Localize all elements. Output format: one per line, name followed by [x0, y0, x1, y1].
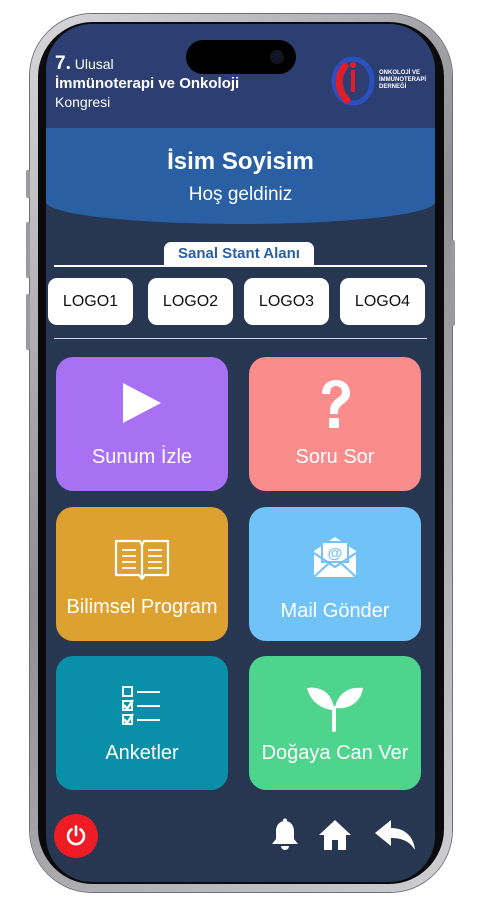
stand-divider-top — [54, 265, 427, 267]
ask-question-label: Soru Sor — [295, 446, 375, 468]
give-life-to-nature-button[interactable]: Doğaya Can Ver — [249, 656, 421, 790]
checklist-icon — [122, 686, 160, 726]
play-icon — [123, 383, 161, 423]
association-name-line1: ONKOLOJİ VE — [379, 70, 421, 76]
welcome-banner: İsim Soyisim Hoş geldiniz — [46, 128, 435, 224]
scientific-program-button[interactable]: Bilimsel Program — [56, 507, 228, 641]
sponsor-logo-2[interactable]: LOGO2 — [148, 278, 233, 325]
stand-divider-bottom — [54, 338, 427, 339]
notifications-button[interactable] — [265, 816, 305, 854]
sponsor-logo-3[interactable]: LOGO3 — [244, 278, 329, 325]
congress-number: 7. — [55, 53, 71, 74]
side-button — [451, 240, 455, 326]
app-screen: 7. Ulusal İmmünoterapi ve Onkoloji Kongr… — [46, 24, 435, 882]
svg-text:@: @ — [328, 545, 343, 562]
camera-icon — [270, 50, 284, 64]
virtual-stand-title: Sanal Stant Alanı — [164, 242, 314, 266]
question-icon — [322, 380, 350, 428]
power-icon — [66, 825, 86, 846]
back-icon — [375, 820, 415, 850]
send-mail-button[interactable]: @ Mail Gönder — [249, 507, 421, 641]
book-icon — [114, 539, 170, 581]
volume-down-button — [26, 294, 30, 350]
back-button[interactable] — [372, 816, 418, 854]
watch-presentation-label: Sunum İzle — [91, 446, 193, 468]
congress-line3: Kongresi — [55, 94, 111, 110]
congress-line1: Ulusal — [74, 56, 114, 72]
volume-up-button — [26, 222, 30, 278]
association-name-line2: İMMÜNOTERAPİ — [379, 77, 426, 83]
association-emblem-icon — [331, 56, 375, 106]
association-logo: ONKOLOJİ VE İMMÜNOTERAPİ DERNEĞİ — [331, 56, 431, 106]
association-name-line3: DERNEĞİ — [379, 84, 407, 90]
association-name: ONKOLOJİ VE İMMÜNOTERAPİ DERNEĞİ — [379, 70, 426, 91]
mail-icon: @ — [313, 537, 357, 578]
home-icon — [319, 820, 351, 850]
logout-button[interactable] — [54, 814, 98, 858]
bell-icon — [272, 818, 298, 850]
welcome-greeting: Hoş geldiniz — [188, 184, 293, 205]
ask-question-button[interactable]: Soru Sor — [249, 357, 421, 491]
dynamic-island — [186, 40, 296, 74]
sponsor-logo-4[interactable]: LOGO4 — [340, 278, 425, 325]
congress-line2: İmmünoterapi ve Onkoloji — [55, 75, 240, 92]
scientific-program-label: Bilimsel Program — [66, 596, 218, 618]
bottom-navigation — [46, 814, 435, 882]
sprout-icon — [307, 687, 363, 732]
surveys-label: Anketler — [105, 742, 179, 764]
user-name: İsim Soyisim — [167, 148, 314, 175]
watch-presentation-button[interactable]: Sunum İzle — [56, 357, 228, 491]
mute-switch — [26, 170, 30, 198]
home-button[interactable] — [315, 816, 355, 854]
surveys-button[interactable]: Anketler — [56, 656, 228, 790]
give-life-to-nature-label: Doğaya Can Ver — [261, 742, 409, 764]
send-mail-label: Mail Gönder — [280, 600, 390, 622]
sponsor-logo-1[interactable]: LOGO1 — [48, 278, 133, 325]
